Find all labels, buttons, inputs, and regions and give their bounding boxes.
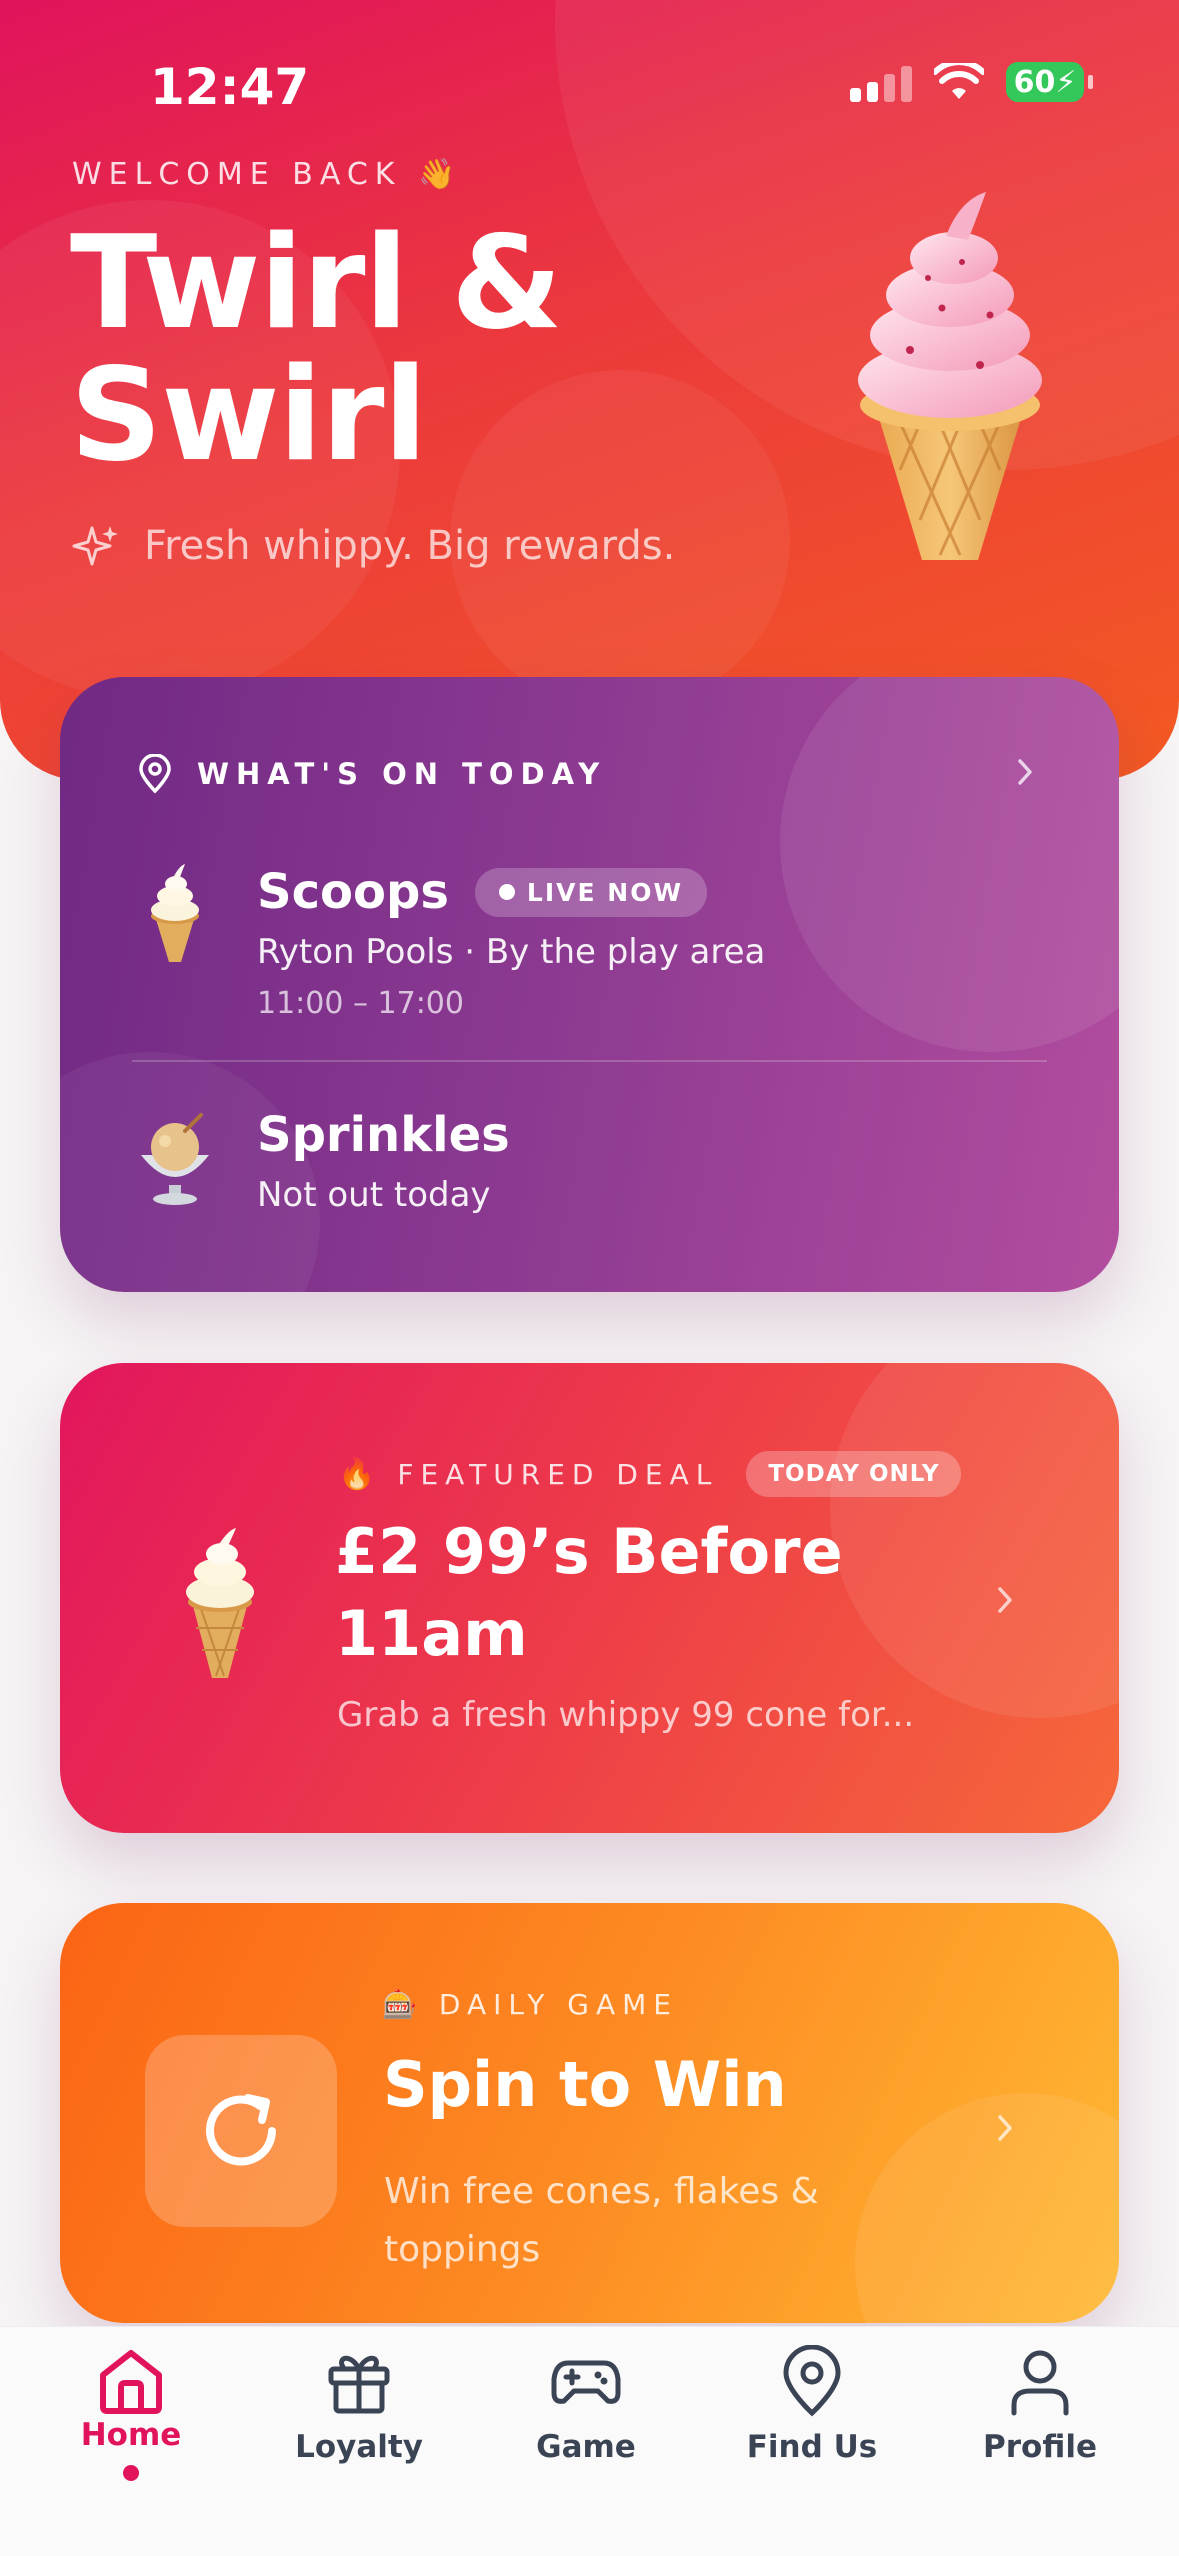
status-time: 12:47 [150,58,310,116]
live-dot-icon [498,884,515,900]
tagline-text: Fresh whippy. Big rewards. [144,523,676,569]
tab-find-us[interactable]: Find Us [712,2327,912,2465]
game-title: Spin to Win [383,2048,787,2121]
chevron-right-icon[interactable] [990,1585,1020,1615]
tab-game[interactable]: Game [486,2327,686,2465]
today-only-badge: TODAY ONLY [746,1451,962,1497]
featured-deal-label-text: FEATURED DEAL [397,1457,719,1491]
game-description: Win free cones, flakes & toppings [384,2171,819,2270]
daily-game-label: 🎰 DAILY GAME [382,1988,678,2021]
deal-description: Grab a fresh whippy 99 cone for... [337,1695,915,1735]
whats-on-heading-text: WHAT'S ON TODAY [197,757,607,791]
whats-on-today-card[interactable]: WHAT'S ON TODAY Scoops LIVE NOW Ryton Po… [60,677,1119,1292]
deal-title: £2 99’s Before 11am [335,1515,843,1670]
van-row-sprinkles[interactable]: Sprinkles Not out today [135,1107,510,1215]
live-now-badge: LIVE NOW [474,867,708,917]
van-name-row: Scoops LIVE NOW [257,864,765,920]
spin-tile[interactable] [145,2035,337,2227]
van-hours: 11:00 – 17:00 [257,986,464,1021]
live-now-text: LIVE NOW [526,877,684,907]
tab-label: Find Us [746,2429,878,2465]
daily-game-card[interactable]: 🎰 DAILY GAME Spin to Win Win free cones,… [60,1903,1119,2323]
chevron-right-icon[interactable] [1010,757,1040,787]
van-name: Sprinkles [257,1107,510,1163]
status-icons: 60 ⚡ [850,62,1093,102]
tab-label: Game [536,2429,636,2465]
tab-label: Loyalty [295,2429,423,2465]
home-icon [100,2350,162,2414]
bottom-tab-bar: Home Loyalty Game Find Us Profile [0,2326,1179,2556]
tab-label: Profile [983,2429,1097,2465]
whats-on-heading: WHAT'S ON TODAY [135,754,606,794]
van-status: Not out today [257,1175,491,1215]
sparkle-icon [72,526,118,566]
daily-game-label-text: DAILY GAME [438,1988,678,2021]
tab-profile[interactable]: Profile [940,2327,1140,2465]
soft-serve-icon [186,1528,254,1678]
featured-deal-card[interactable]: 🔥 FEATURED DEAL TODAY ONLY £2 99’s Befor… [60,1363,1119,1833]
active-indicator [123,2465,139,2481]
map-pin-icon [139,754,171,794]
divider [132,1060,1047,1062]
card-decoration [780,677,1119,1052]
chevron-right-icon[interactable] [990,2113,1020,2143]
van-row-scoops[interactable]: Scoops LIVE NOW Ryton Pools · By the pla… [135,864,765,1021]
van-info: Scoops LIVE NOW Ryton Pools · By the pla… [257,864,765,1021]
slot-machine-icon: 🎰 [382,1988,417,2021]
soft-serve-icon [151,864,199,962]
featured-deal-label: 🔥 FEATURED DEAL TODAY ONLY [338,1451,962,1497]
fire-icon: 🔥 [338,1456,376,1492]
brand-title: Twirl & Swirl [70,209,563,490]
tab-home[interactable]: Home [31,2327,231,2481]
welcome-label: WELCOME BACK 👋 [72,157,463,192]
map-pin-icon [783,2345,841,2417]
tagline: Fresh whippy. Big rewards. [72,522,675,570]
van-name: Scoops [257,864,449,920]
wifi-icon [934,63,984,99]
ice-cream-cone-illustration [858,192,1042,560]
ice-cream-sundae-icon [141,1113,209,1205]
gift-icon [328,2355,390,2414]
tab-loyalty[interactable]: Loyalty [259,2327,459,2465]
user-icon [1011,2350,1069,2416]
van-info: Sprinkles Not out today [257,1107,510,1215]
battery-level: 60 [1013,64,1056,100]
refresh-icon [206,2094,276,2166]
battery-icon: 60 ⚡ [1006,62,1093,102]
gamepad-icon [551,2360,621,2404]
cellular-signal-icon [850,62,912,102]
tab-label: Home [80,2417,182,2453]
hero-header: 12:47 60 ⚡ WELCOME BACK 👋 Twirl & Swirl F… [0,0,1179,780]
van-location: Ryton Pools · By the play area [257,932,766,972]
